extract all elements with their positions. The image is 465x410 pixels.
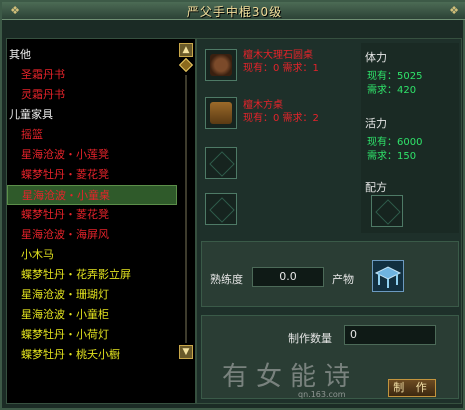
stamina-label: 体力 <box>365 51 387 64</box>
square-table-icon <box>210 102 232 124</box>
recipe-item[interactable]: 蝶梦牡丹・花弄影立屏 <box>7 265 177 285</box>
watermark-url: qn.163.com <box>298 390 346 399</box>
vitality-have: 现有：6000 <box>367 137 423 148</box>
make-button[interactable]: 制 作 <box>388 379 436 397</box>
material-slot-empty[interactable] <box>205 147 237 179</box>
scroll-down-icon[interactable]: ▼ <box>179 345 193 359</box>
recipe-list-panel: 其他 圣霜丹书 灵霜丹书 儿童家具 摇篮 星海沧波・小莲凳 蝶梦牡丹・菱花凳 星海沧波・小童桌… <box>6 38 196 404</box>
crafting-window: ❖ 严父手中棍30级 ❖ 其他 圣霜丹书 灵霜丹书 儿童家具 摇篮 星海沧波・小莲凳 蝶梦牡… <box>0 0 465 410</box>
vitality-label: 活力 <box>365 117 387 130</box>
recipe-item[interactable]: 蝶梦牡丹・小荷灯 <box>7 325 177 345</box>
scroll-track[interactable] <box>185 75 187 343</box>
proficiency-area: 熟练度 0.0 产物 <box>201 241 459 307</box>
formula-slot[interactable] <box>371 195 403 227</box>
vitality-need: 需求：150 <box>367 151 417 162</box>
title-bar: ❖ 严父手中棍30级 ❖ <box>2 2 465 20</box>
make-area: 有女能诗 qn.163.com 制作数量 0 制 作 <box>201 315 459 399</box>
scroll-thumb[interactable] <box>178 57 194 73</box>
material-info: 檀木方桌 现有：0 需求：2 <box>243 99 319 125</box>
recipe-item[interactable]: 星海沧波・小童桌 <box>7 185 177 205</box>
category-header[interactable]: 儿童家具 <box>7 105 177 125</box>
recipe-detail-panel: 檀木大理石圆桌 现有：0 需求：1 檀木方桌 现有：0 需求：2 体力 现有：5… <box>196 38 462 404</box>
recipe-item[interactable]: 星海沧波・珊瑚灯 <box>7 285 177 305</box>
category-header[interactable]: 其他 <box>7 45 177 65</box>
material-name: 檀木方桌 <box>243 100 283 111</box>
recipe-item[interactable]: 灵霜丹书 <box>7 85 177 105</box>
material-slot-empty[interactable] <box>205 193 237 225</box>
recipe-item[interactable]: 摇篮 <box>7 125 177 145</box>
material-info: 檀木大理石圆桌 现有：0 需求：1 <box>243 49 319 75</box>
round-table-icon <box>210 54 232 76</box>
material-slot[interactable] <box>205 97 237 129</box>
recipe-item[interactable]: 星海沧波・海屏风 <box>7 225 177 245</box>
product-label: 产物 <box>332 273 354 286</box>
window-title: 严父手中棍30级 <box>186 5 283 19</box>
table-icon <box>374 266 402 288</box>
quantity-label: 制作数量 <box>288 332 332 345</box>
stamina-have: 现有：5025 <box>367 71 423 82</box>
recipe-list: 其他 圣霜丹书 灵霜丹书 儿童家具 摇篮 星海沧波・小莲凳 蝶梦牡丹・菱花凳 星海沧波・小童桌… <box>7 45 177 365</box>
scrollbar[interactable]: ▲ ▼ <box>178 43 194 363</box>
scroll-up-icon[interactable]: ▲ <box>179 43 193 57</box>
recipe-item[interactable]: 小木马 <box>7 245 177 265</box>
proficiency-label: 熟练度 <box>210 273 243 286</box>
materials-area: 檀木大理石圆桌 现有：0 需求：1 檀木方桌 现有：0 需求：2 <box>201 43 353 233</box>
proficiency-value: 0.0 <box>252 267 324 287</box>
title-ornament-icon: ❖ <box>449 4 459 17</box>
formula-label: 配方 <box>365 181 387 194</box>
material-name: 檀木大理石圆桌 <box>243 50 313 61</box>
recipe-item[interactable]: 星海沧波・小莲凳 <box>7 145 177 165</box>
recipe-item[interactable]: 星海沧波・小童柜 <box>7 305 177 325</box>
material-count: 现有：0 需求：1 <box>243 63 319 74</box>
recipe-item[interactable]: 蝶梦牡丹・菱花凳 <box>7 165 177 185</box>
stats-area: 体力 现有：5025 需求：420 活力 现有：6000 需求：150 配方 <box>361 43 459 233</box>
recipe-item[interactable]: 圣霜丹书 <box>7 65 177 85</box>
recipe-item[interactable]: 蝶梦牡丹・菱花凳 <box>7 205 177 225</box>
stamina-need: 需求：420 <box>367 85 417 96</box>
recipe-item[interactable]: 蝶梦牡丹・桃夭小橱 <box>7 345 177 365</box>
material-slot[interactable] <box>205 49 237 81</box>
material-count: 现有：0 需求：2 <box>243 113 319 124</box>
quantity-input[interactable]: 0 <box>344 325 436 345</box>
product-slot[interactable] <box>372 260 404 292</box>
